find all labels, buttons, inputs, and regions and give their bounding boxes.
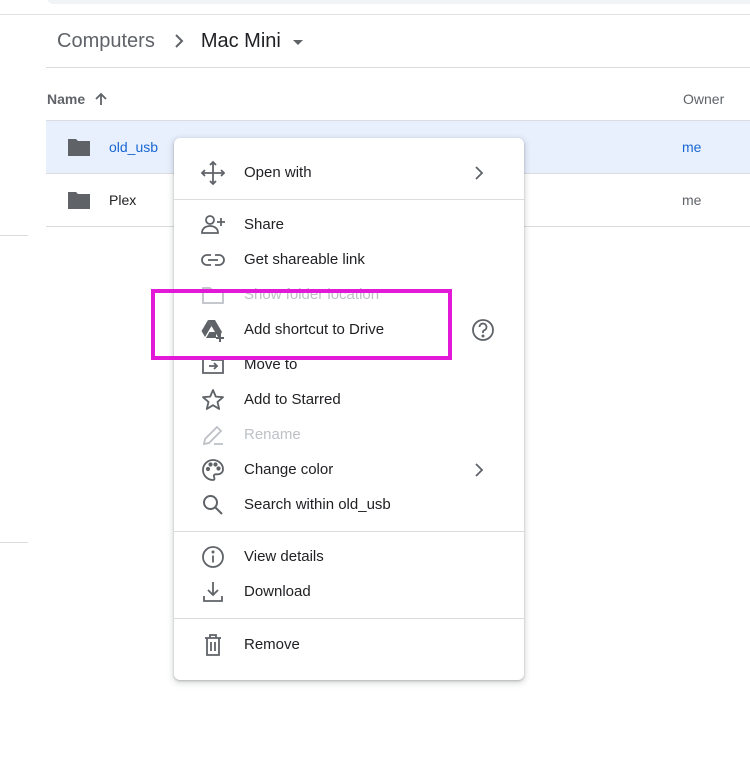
- menu-item-share[interactable]: Share: [174, 207, 524, 242]
- chevron-right-icon: [470, 461, 488, 479]
- folder-icon: [67, 137, 91, 157]
- menu-label: Move to: [244, 356, 298, 373]
- caret-down-icon[interactable]: [292, 40, 303, 45]
- menu-item-download[interactable]: Download: [174, 574, 524, 609]
- menu-item-add-to-starred[interactable]: Add to Starred: [174, 382, 524, 417]
- chevron-right-icon: [165, 31, 193, 51]
- folder-outline-icon: [200, 282, 226, 308]
- menu-item-view-details[interactable]: View details: [174, 539, 524, 574]
- context-menu: Open with Share Get shareable link Show …: [174, 138, 524, 680]
- menu-label: Download: [244, 583, 311, 600]
- column-header-name[interactable]: Name: [47, 88, 109, 110]
- palette-icon: [200, 457, 226, 483]
- menu-label: Add shortcut to Drive: [244, 321, 385, 338]
- top-divider: [0, 14, 750, 15]
- menu-label: Get shareable link: [244, 251, 365, 268]
- link-icon: [200, 247, 226, 273]
- help-icon[interactable]: [470, 317, 496, 343]
- file-name: Plex: [109, 192, 137, 208]
- menu-item-get-link[interactable]: Get shareable link: [174, 242, 524, 277]
- add-person-icon: [200, 212, 226, 238]
- menu-label: Add to Starred: [244, 391, 341, 408]
- menu-label: Share: [244, 216, 285, 233]
- menu-item-move-to[interactable]: Move to: [174, 347, 524, 382]
- drive-shortcut-icon: [200, 317, 226, 343]
- menu-item-rename: Rename: [174, 417, 524, 452]
- breadcrumb-mac-mini[interactable]: Mac Mini: [201, 30, 281, 53]
- column-header-owner[interactable]: Owner: [683, 88, 724, 110]
- menu-item-open-with[interactable]: Open with: [174, 155, 524, 190]
- chevron-right-icon: [470, 164, 488, 182]
- menu-label: View details: [244, 548, 324, 565]
- menu-label: Show folder location: [244, 286, 380, 303]
- menu-divider: [174, 199, 524, 200]
- info-icon: [200, 544, 226, 570]
- menu-divider: [174, 618, 524, 619]
- menu-label: Search within old_usb: [244, 496, 391, 513]
- column-name-label: Name: [47, 91, 86, 107]
- breadcrumb-divider: [46, 67, 750, 68]
- pencil-icon: [200, 422, 226, 448]
- arrow-up-icon[interactable]: [93, 91, 109, 107]
- menu-label: Open with: [244, 164, 312, 181]
- menu-item-add-shortcut[interactable]: Add shortcut to Drive: [174, 312, 524, 347]
- menu-item-remove[interactable]: Remove: [174, 627, 524, 662]
- menu-item-search-within[interactable]: Search within old_usb: [174, 487, 524, 522]
- move-to-folder-icon: [200, 352, 226, 378]
- menu-label: Rename: [244, 426, 301, 443]
- left-divider: [0, 235, 28, 236]
- file-name: old_usb: [109, 139, 159, 155]
- breadcrumb-computers[interactable]: Computers: [57, 30, 155, 53]
- file-owner: me: [682, 139, 702, 155]
- drive-page: Computers Mac Mini Name Owner old_usb me…: [0, 0, 750, 767]
- folder-icon: [67, 190, 91, 210]
- open-with-icon: [200, 160, 226, 186]
- star-icon: [200, 387, 226, 413]
- menu-divider: [174, 531, 524, 532]
- menu-label: Change color: [244, 461, 334, 478]
- left-divider: [0, 542, 28, 543]
- menu-item-change-color[interactable]: Change color: [174, 452, 524, 487]
- search-bar[interactable]: [46, 0, 750, 4]
- download-icon: [200, 579, 226, 605]
- menu-label: Remove: [244, 636, 300, 653]
- trash-icon: [200, 632, 226, 658]
- menu-item-show-folder-location: Show folder location: [174, 277, 524, 312]
- search-icon: [200, 492, 226, 518]
- file-owner: me: [682, 192, 702, 208]
- breadcrumb: Computers Mac Mini: [57, 26, 303, 56]
